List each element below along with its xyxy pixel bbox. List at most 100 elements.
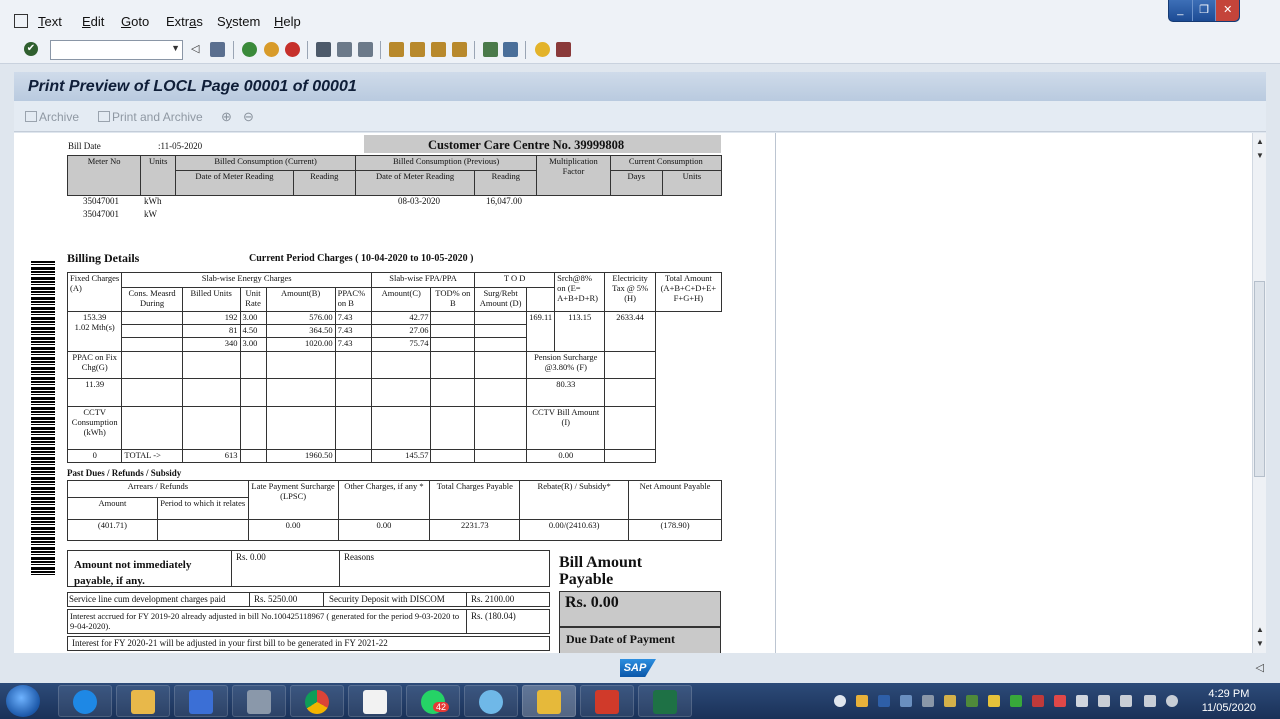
last-page-icon[interactable] bbox=[452, 42, 467, 57]
next-page-icon[interactable] bbox=[431, 42, 446, 57]
tray-icon[interactable] bbox=[1032, 695, 1044, 707]
zoom-out-icon[interactable]: ⊖ bbox=[243, 109, 254, 125]
taskbar-app[interactable] bbox=[580, 685, 634, 717]
menu-text[interactable]: Text bbox=[38, 14, 62, 29]
first-page-icon[interactable] bbox=[389, 42, 404, 57]
taskbar-clock[interactable]: 4:29 PM 11/05/2020 bbox=[1202, 687, 1256, 715]
rebate-value: 0.00/(2410.63) bbox=[519, 519, 630, 541]
tray-icon[interactable] bbox=[1120, 695, 1132, 707]
standard-toolbar: ✔ ▼ ◁ bbox=[0, 38, 1280, 64]
tray-icon[interactable] bbox=[922, 695, 934, 707]
taskbar-ie[interactable] bbox=[58, 685, 112, 717]
tray-icon[interactable] bbox=[900, 695, 912, 707]
status-expand-icon[interactable]: ◁ bbox=[1256, 661, 1264, 674]
previous-page-icon[interactable] bbox=[410, 42, 425, 57]
start-button[interactable] bbox=[6, 685, 40, 717]
taskbar-chrome[interactable] bbox=[290, 685, 344, 717]
app-menu-icon[interactable] bbox=[14, 14, 28, 28]
meter-table: Meter No Units Billed Consumption (Curre… bbox=[66, 155, 723, 196]
taskbar-network[interactable] bbox=[464, 685, 518, 717]
menu-system[interactable]: System bbox=[217, 14, 260, 29]
find-icon[interactable] bbox=[337, 42, 352, 57]
electricity-tax-value: 113.15 bbox=[554, 311, 606, 352]
create-session-icon[interactable] bbox=[483, 42, 498, 57]
minimize-button[interactable]: _ bbox=[1169, 0, 1193, 21]
taskbar-docs[interactable] bbox=[174, 685, 228, 717]
clock-date: 11/05/2020 bbox=[1201, 702, 1256, 714]
current-period-heading: Current Period Charges ( 10-04-2020 to 1… bbox=[249, 253, 474, 264]
save-icon[interactable] bbox=[210, 42, 225, 57]
volume-icon[interactable] bbox=[1166, 695, 1178, 707]
battery-icon[interactable] bbox=[1144, 695, 1156, 707]
preview-blank-area bbox=[777, 133, 1252, 653]
scroll-up-icon[interactable]: ▲ bbox=[1256, 137, 1264, 146]
date-of-meter-reading-prev-header: Date of Meter Reading bbox=[354, 170, 476, 196]
tray-icon[interactable] bbox=[834, 695, 846, 707]
tray-icon[interactable] bbox=[1054, 695, 1066, 707]
close-button[interactable]: ✕ bbox=[1216, 0, 1240, 21]
tray-icon[interactable] bbox=[944, 695, 956, 707]
title-bar: Print Preview of LOCL Page 00001 of 0000… bbox=[14, 72, 1266, 101]
electricity-tax-header: Electricity Tax @ 5% (H) bbox=[604, 272, 656, 312]
scroll-page-up-icon[interactable]: ▼ bbox=[1256, 151, 1264, 160]
scroll-page-down-icon[interactable]: ▲ bbox=[1256, 625, 1264, 634]
back-arrow-icon[interactable]: ◁ bbox=[191, 42, 206, 57]
taskbar-explorer[interactable] bbox=[116, 685, 170, 717]
taskbar-whatsapp[interactable]: 42 bbox=[406, 685, 460, 717]
customer-care-centre: Customer Care Centre No. 39999808 bbox=[428, 138, 625, 152]
menu-extras[interactable]: Extras bbox=[166, 14, 203, 29]
help-icon[interactable] bbox=[535, 42, 550, 57]
scroll-thumb[interactable] bbox=[1254, 281, 1265, 477]
tod-cell bbox=[430, 311, 476, 325]
scroll-down-icon[interactable]: ▼ bbox=[1256, 639, 1264, 648]
tray-icon[interactable] bbox=[856, 695, 868, 707]
print-and-archive-button[interactable]: Print and Archive bbox=[98, 110, 203, 124]
menu-edit[interactable]: Edit bbox=[82, 14, 104, 29]
billed-units-header: Billed Units bbox=[181, 287, 241, 312]
ppac-fix-label: PPAC on Fix Chg(G) bbox=[66, 351, 123, 379]
print-icon[interactable] bbox=[316, 42, 331, 57]
ccc-banner: Customer Care Centre No. 39999808 bbox=[364, 135, 721, 153]
toolbar-separator bbox=[525, 41, 526, 59]
chrome-icon bbox=[305, 690, 329, 714]
enter-check-icon[interactable]: ✔ bbox=[24, 42, 38, 56]
table-row: PPAC on Fix Chg(G) Pension Surcharge @3.… bbox=[66, 351, 722, 379]
cancel-icon[interactable] bbox=[285, 42, 300, 57]
tray-icon[interactable] bbox=[1076, 695, 1088, 707]
taskbar-calculator[interactable] bbox=[232, 685, 286, 717]
other-charges-value: 0.00 bbox=[337, 519, 431, 541]
tray-icon[interactable] bbox=[988, 695, 1000, 707]
back-icon[interactable] bbox=[242, 42, 257, 57]
cons-cell bbox=[121, 337, 183, 352]
taskbar-excel[interactable] bbox=[638, 685, 692, 717]
taskbar-acrobat[interactable] bbox=[348, 685, 402, 717]
other-charges-header: Other Charges, if any * bbox=[337, 480, 431, 520]
wifi-icon[interactable] bbox=[966, 695, 978, 707]
tray-icon[interactable] bbox=[1010, 695, 1022, 707]
total-label: TOTAL -> bbox=[121, 449, 183, 463]
amount-c-cell: 27.06 bbox=[370, 324, 432, 338]
restore-button[interactable]: ❐ bbox=[1193, 0, 1217, 21]
command-field[interactable]: ▼ bbox=[50, 40, 183, 60]
fixed-charge-months: 1.02 Mth(s) bbox=[74, 322, 115, 332]
menu-help[interactable]: Help bbox=[274, 14, 301, 29]
exit-icon[interactable] bbox=[264, 42, 279, 57]
chevron-down-icon[interactable]: ▼ bbox=[171, 43, 180, 53]
srch-value: 169.11 bbox=[526, 311, 556, 352]
shortcut-icon[interactable] bbox=[503, 42, 518, 57]
bluetooth-icon[interactable] bbox=[878, 695, 890, 707]
meter-prev-date-1: 08-03-2020 bbox=[398, 196, 440, 206]
layout-icon[interactable] bbox=[556, 42, 571, 57]
total-payable-header: Total Charges Payable bbox=[429, 480, 521, 520]
zoom-in-icon[interactable]: ⊕ bbox=[221, 109, 232, 125]
archive-button[interactable]: Archive bbox=[25, 110, 79, 124]
find-next-icon[interactable] bbox=[358, 42, 373, 57]
slab-energy-header: Slab-wise Energy Charges bbox=[121, 272, 372, 288]
taskbar-sap[interactable] bbox=[522, 685, 576, 717]
vertical-scrollbar[interactable]: ▲ ▼ ▲ ▼ bbox=[1252, 133, 1266, 653]
menu-goto[interactable]: Goto bbox=[121, 14, 149, 29]
pdf-icon bbox=[363, 690, 387, 714]
tray-icon[interactable] bbox=[1098, 695, 1110, 707]
amount-b-cell: 364.50 bbox=[265, 324, 336, 338]
bill-document: Bill Date :11-05-2020 Customer Care Cent… bbox=[14, 133, 776, 653]
